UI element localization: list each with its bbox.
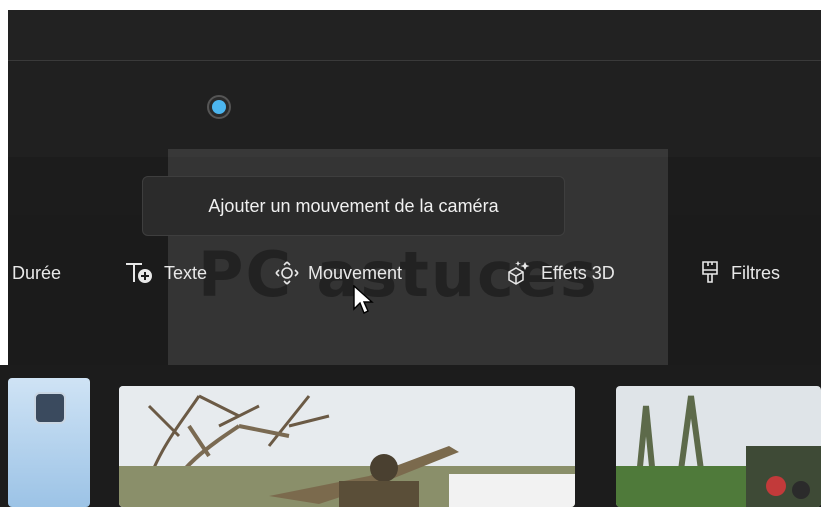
storyboard-card[interactable] [119,386,575,507]
text-add-icon [124,260,156,286]
3d-effects-button[interactable]: Effets 3D [505,260,615,286]
storyboard-card[interactable] [8,378,90,507]
timeline-thumb[interactable] [207,95,231,119]
divider [8,60,821,61]
timeline-thumb-core [212,100,226,114]
duration-label: Durée [12,262,62,283]
text-label: Texte [164,262,208,283]
motion-icon [274,260,300,286]
storyboard-card[interactable] [616,386,821,507]
top-bar [8,10,821,60]
select-checkbox[interactable] [34,392,66,424]
motion-button[interactable]: Mouvement [274,260,403,286]
photo-thumbnail [616,386,821,507]
text-button[interactable]: Texte [124,262,207,284]
tooltip: Ajouter un mouvement de la caméra [142,176,565,236]
filters-button[interactable]: Filtres [699,260,780,286]
mouse-cursor-icon [353,285,374,314]
filter-brush-icon [699,260,723,286]
3d-effects-icon [505,260,533,286]
3d-effects-label: Effets 3D [541,262,615,283]
filters-label: Filtres [731,262,780,283]
timeline-scrubber[interactable] [8,62,821,162]
motion-label: Mouvement [308,262,403,283]
duration-button[interactable]: Durée [12,262,61,284]
photo-thumbnail [119,386,575,507]
